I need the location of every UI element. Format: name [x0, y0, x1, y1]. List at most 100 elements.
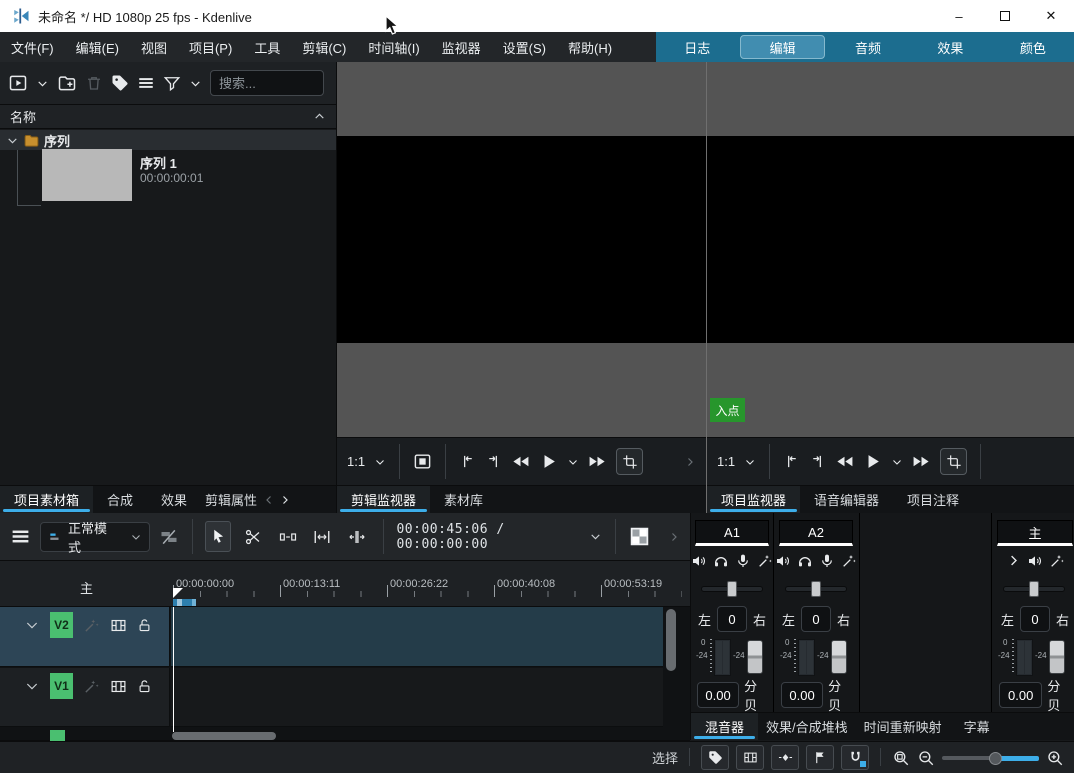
track-effects-icon[interactable] [83, 617, 100, 634]
tag-info-button[interactable] [701, 745, 729, 770]
collapse-chevron-right-icon[interactable] [1006, 553, 1021, 569]
keyframes-toggle-button[interactable] [771, 745, 799, 770]
zone-mode-button[interactable] [616, 448, 643, 475]
snap-magnet-button[interactable] [841, 745, 869, 770]
tab-clip-properties[interactable]: 剪辑属性 [201, 486, 261, 513]
track-v1-lane[interactable] [171, 668, 663, 727]
toolbar-overflow-chevron-icon[interactable] [668, 531, 680, 543]
zoom-chevron-icon[interactable] [744, 456, 756, 468]
track-lock-icon[interactable] [137, 679, 152, 694]
balance-slider-handle[interactable] [811, 581, 821, 597]
timeline-timecode[interactable]: 00:00:45:06 / 00:00:00:00 [396, 522, 580, 552]
mixer-channel-header[interactable]: A1 [695, 520, 769, 546]
track-collapse-chevron-icon[interactable] [24, 678, 40, 694]
timeline-zoom-slider[interactable] [942, 751, 1039, 765]
tab-effects[interactable]: 效果 [147, 486, 201, 513]
close-button[interactable]: ✕ [1028, 0, 1074, 32]
menu-project[interactable]: 项目(P) [178, 32, 243, 62]
tab-effect-stack[interactable]: 效果/合成堆栈 [758, 713, 856, 740]
menu-tools[interactable]: 工具 [243, 32, 291, 62]
slip-tool-button[interactable] [344, 521, 370, 552]
menu-monitor[interactable]: 监视器 [431, 32, 492, 62]
mix-clips-icon[interactable] [159, 527, 179, 547]
fast-forward-icon[interactable] [588, 452, 607, 471]
play-chevron-icon[interactable] [567, 456, 579, 468]
volume-fader-handle[interactable] [831, 640, 847, 674]
filter-chevron-icon[interactable] [189, 77, 202, 90]
track-badge[interactable]: V2 [50, 612, 73, 638]
tab-clip-monitor[interactable]: 剪辑监视器 [337, 486, 430, 513]
tab-project-bin[interactable]: 项目素材箱 [0, 486, 93, 513]
create-folder-icon[interactable] [57, 73, 77, 93]
record-mic-icon[interactable] [819, 553, 835, 569]
mixer-channel-header[interactable]: 主 [997, 520, 1073, 546]
timeline-zone-bar[interactable] [173, 599, 196, 606]
menu-edit[interactable]: 编辑(E) [65, 32, 130, 62]
menu-clip[interactable]: 剪辑(C) [291, 32, 357, 62]
edit-mode-dropdown[interactable]: 正常模式 [40, 522, 150, 552]
monitor-overlay-icon[interactable] [413, 452, 432, 471]
zoom-out-icon[interactable] [917, 749, 935, 767]
clip-name[interactable]: 序列 1 [140, 153, 177, 172]
filter-icon[interactable] [163, 74, 181, 92]
set-in-point-icon[interactable] [783, 453, 800, 470]
solo-headphones-icon[interactable] [797, 553, 813, 569]
play-chevron-icon[interactable] [891, 456, 903, 468]
selection-tool-button[interactable] [205, 521, 231, 552]
workspace-tab-color[interactable]: 颜色 [992, 32, 1074, 62]
tab-time-remap[interactable]: 时间重新映射 [856, 713, 950, 740]
tab-media-browser[interactable]: 素材库 [430, 486, 497, 513]
clip-monitor-video[interactable] [337, 62, 706, 437]
track-lock-icon[interactable] [137, 618, 152, 633]
timeline-horizontal-scrollbar[interactable] [172, 732, 276, 740]
collapse-chevron-icon[interactable] [313, 110, 326, 123]
channel-effects-icon[interactable] [757, 553, 773, 569]
maximize-button[interactable] [982, 0, 1028, 32]
resize-item-tool-button[interactable] [309, 521, 335, 552]
menu-timeline[interactable]: 时间轴(I) [357, 32, 430, 62]
mute-speaker-icon[interactable] [691, 553, 707, 569]
timeline-ruler[interactable]: 主 00:00:00:00 00:00:13:11 00:00:26:22 00… [0, 561, 690, 607]
bin-folder-row[interactable]: 序列 [0, 130, 336, 150]
zoom-slider-handle[interactable] [989, 752, 1002, 765]
toolbar-overflow-chevron-icon[interactable] [684, 456, 696, 468]
set-out-point-icon[interactable] [485, 453, 502, 470]
play-icon[interactable] [863, 452, 882, 471]
track-thumbnails-icon[interactable] [110, 678, 127, 695]
add-clip-chevron-icon[interactable] [36, 77, 49, 90]
tab-subtitles[interactable]: 字幕 [950, 713, 1004, 740]
mute-speaker-icon[interactable] [1027, 553, 1043, 569]
tab-compositions[interactable]: 合成 [93, 486, 147, 513]
menu-file[interactable]: 文件(F) [0, 32, 65, 62]
playhead-line[interactable] [173, 607, 174, 732]
razor-tool-button[interactable] [240, 521, 266, 552]
tab-speech-editor[interactable]: 语音编辑器 [800, 486, 893, 513]
set-out-point-icon[interactable] [809, 453, 826, 470]
track-thumbnails-icon[interactable] [110, 617, 127, 634]
timeline-master-label[interactable]: 主 [80, 578, 93, 597]
menu-view[interactable]: 视图 [130, 32, 178, 62]
menu-help[interactable]: 帮助(H) [557, 32, 623, 62]
tree-expand-chevron-icon[interactable] [6, 134, 19, 147]
rewind-icon[interactable] [835, 452, 854, 471]
tag-icon[interactable] [111, 74, 129, 92]
zoom-chevron-icon[interactable] [374, 456, 386, 468]
playhead-marker[interactable] [173, 588, 183, 598]
tab-project-monitor[interactable]: 项目监视器 [707, 486, 800, 513]
volume-value-box[interactable]: 0.00 [781, 682, 823, 708]
track-v2-lane[interactable] [171, 607, 663, 667]
solo-headphones-icon[interactable] [713, 553, 729, 569]
channel-effects-icon[interactable] [841, 553, 857, 569]
set-in-point-icon[interactable] [459, 453, 476, 470]
spacer-tool-button[interactable] [275, 521, 301, 552]
timeline-menu-icon[interactable] [10, 526, 31, 547]
zoom-in-icon[interactable] [1046, 749, 1064, 767]
rewind-icon[interactable] [511, 452, 530, 471]
zoom-fit-icon[interactable] [892, 749, 910, 767]
balance-value-box[interactable]: 0 [1020, 606, 1050, 632]
workspace-tab-effects[interactable]: 效果 [909, 32, 991, 62]
tab-mixer[interactable]: 混音器 [691, 713, 758, 740]
menu-icon[interactable] [137, 74, 155, 92]
volume-value-box[interactable]: 0.00 [697, 682, 739, 708]
thumbnails-toggle-button[interactable] [736, 745, 764, 770]
